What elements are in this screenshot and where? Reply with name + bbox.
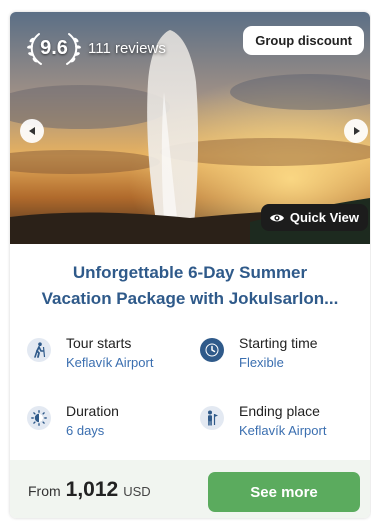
- rating-score: 9.6: [40, 36, 68, 59]
- price-currency: USD: [123, 484, 151, 499]
- chevron-right-icon[interactable]: [344, 119, 368, 143]
- price-prefix: From: [28, 483, 61, 499]
- tour-title[interactable]: Unforgettable 6-Day Summer Vacation Pack…: [10, 260, 370, 312]
- fact-duration: Duration 6 days: [27, 402, 119, 440]
- quick-view-button[interactable]: Quick View: [260, 204, 368, 231]
- reviews-count[interactable]: 111 reviews: [88, 40, 166, 57]
- quick-view-label: Quick View: [289, 210, 359, 225]
- fact-label: Tour starts: [66, 335, 132, 351]
- tour-title-line-1: Unforgettable 6-Day Summer: [72, 263, 308, 282]
- fact-label: Duration: [66, 403, 119, 419]
- fact-starting-time: Starting time Flexible: [200, 334, 318, 372]
- fact-value[interactable]: Keflavík Airport: [66, 354, 153, 372]
- eye-icon: [269, 214, 284, 221]
- tour-title-line-2: Vacation Package with Jokulsarlon...: [41, 289, 339, 308]
- person-flag-icon: [200, 406, 224, 430]
- sun-moon-icon: [27, 406, 51, 430]
- price-block: From 1,012 USD: [28, 478, 151, 502]
- fact-label: Starting time: [239, 335, 318, 351]
- fact-ending-place: Ending place Keflavík Airport: [200, 402, 326, 440]
- hiker-icon: [27, 338, 51, 362]
- rating-block: 9.6 111 reviews: [23, 28, 166, 68]
- laurel-icon: 9.6: [23, 28, 85, 68]
- fact-label: Ending place: [239, 403, 320, 419]
- see-more-button[interactable]: See more: [208, 472, 360, 512]
- fact-value[interactable]: Keflavík Airport: [239, 422, 326, 440]
- price-amount: 1,012: [65, 478, 119, 501]
- tour-card[interactable]: 9.6 111 reviews Group discount Quick Vie…: [10, 12, 370, 518]
- group-discount-badge: Group discount: [243, 26, 364, 55]
- clock-icon: [200, 338, 224, 362]
- fact-value: Flexible: [239, 355, 284, 370]
- card-footer: From 1,012 USD See more: [10, 460, 370, 518]
- chevron-left-icon[interactable]: [20, 119, 44, 143]
- fact-tour-starts: Tour starts Keflavík Airport: [27, 334, 153, 372]
- tour-facts: Tour starts Keflavík Airport Starting ti…: [10, 334, 370, 464]
- tour-image[interactable]: 9.6 111 reviews Group discount Quick Vie…: [10, 12, 370, 244]
- fact-value: 6 days: [66, 423, 105, 438]
